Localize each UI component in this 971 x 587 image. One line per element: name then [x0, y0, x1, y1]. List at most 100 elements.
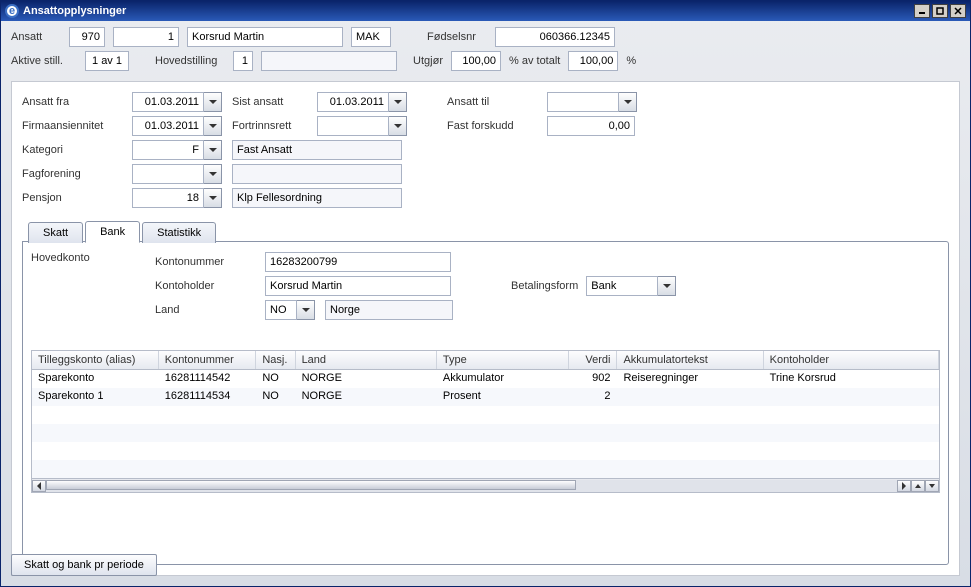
kategori-input[interactable]: F: [132, 140, 222, 160]
pensjon-label: Pensjon: [22, 192, 122, 204]
fast-label: Fast forskudd: [447, 120, 537, 132]
window-controls: [914, 4, 966, 18]
close-button[interactable]: [950, 4, 966, 18]
app-icon: e: [5, 4, 19, 18]
ansatt-til-input[interactable]: [547, 92, 637, 112]
window-title: Ansattopplysninger: [23, 5, 914, 17]
chevron-down-icon[interactable]: [204, 116, 222, 136]
scroll-right-button[interactable]: [897, 480, 911, 492]
chevron-down-icon[interactable]: [297, 300, 315, 320]
aktive-field[interactable]: 1 av 1: [85, 51, 129, 71]
accounts-grid: Tilleggskonto (alias) Kontonummer Nasj. …: [31, 350, 940, 493]
col-land[interactable]: Land: [296, 351, 437, 369]
grid-header: Tilleggskonto (alias) Kontonummer Nasj. …: [32, 351, 939, 370]
form-row-1: Ansatt fra 01.03.2011 Sist ansatt 01.03.…: [22, 92, 949, 112]
triangle-right-icon: [902, 482, 906, 490]
firma-input[interactable]: 01.03.2011: [132, 116, 222, 136]
header-row-2: Aktive still. 1 av 1 Hovedstilling 1 Utg…: [11, 51, 960, 71]
footer-area: Skatt og bank pr periode: [11, 554, 157, 576]
scroll-left-button[interactable]: [32, 480, 46, 492]
kontonummer-field[interactable]: 16283200799: [265, 252, 451, 272]
betalingsform-input[interactable]: Bank: [586, 276, 676, 296]
chevron-down-icon[interactable]: [204, 188, 222, 208]
pct-sign: %: [626, 55, 636, 67]
table-row: [32, 442, 939, 460]
firma-label: Firmaansiennitet: [22, 120, 122, 132]
fast-input[interactable]: 0,00: [547, 116, 635, 136]
sist-ansatt-input[interactable]: 01.03.2011: [317, 92, 407, 112]
chevron-down-icon[interactable]: [389, 116, 407, 136]
ansatt-fra-input[interactable]: 01.03.2011: [132, 92, 222, 112]
form-row-5: Pensjon 18 Klp Fellesordning: [22, 188, 949, 208]
aktive-label: Aktive still.: [11, 55, 77, 67]
ansatt-label: Ansatt: [11, 31, 61, 43]
fortrinn-input[interactable]: [317, 116, 407, 136]
scroll-thumb[interactable]: [46, 480, 576, 490]
ansatt-init-field[interactable]: MAK: [351, 27, 391, 47]
grid-body: Sparekonto16281114542NONORGEAkkumulator9…: [32, 370, 939, 478]
col-verdi[interactable]: Verdi: [569, 351, 618, 369]
hovedkonto-label: Hovedkonto: [31, 252, 131, 320]
ansatt-kode-field[interactable]: 970: [69, 27, 105, 47]
scroll-track[interactable]: [46, 480, 897, 492]
scroll-down-button[interactable]: [925, 480, 939, 492]
pct-total-field[interactable]: 100,00: [568, 51, 618, 71]
content-area: Ansatt 970 1 Korsrud Martin MAK Fødselsn…: [1, 21, 970, 586]
tabs-area: Skatt Bank Statistikk Hovedkonto Kontonu…: [22, 220, 949, 565]
tab-bank[interactable]: Bank: [85, 221, 140, 243]
utgjor-label: Utgjør: [405, 55, 443, 67]
utgjor-field[interactable]: 100,00: [451, 51, 501, 71]
fagforening-label: Fagforening: [22, 168, 122, 180]
land-navn-field: Norge: [325, 300, 453, 320]
hovedstilling-field[interactable]: 1: [233, 51, 253, 71]
bank-fields: Kontonummer 16283200799 Kontoholder Kors…: [155, 252, 453, 320]
ansatt-til-label: Ansatt til: [447, 96, 537, 108]
ansatt-nr-field[interactable]: 1: [113, 27, 179, 47]
table-row: [32, 406, 939, 424]
pensjon-input[interactable]: 18: [132, 188, 222, 208]
table-row[interactable]: Sparekonto16281114542NONORGEAkkumulator9…: [32, 370, 939, 388]
pensjon-txt: Klp Fellesordning: [232, 188, 402, 208]
chevron-down-icon[interactable]: [204, 140, 222, 160]
scroll-up-button[interactable]: [911, 480, 925, 492]
chevron-down-icon[interactable]: [658, 276, 676, 296]
chevron-down-icon[interactable]: [204, 164, 222, 184]
col-nasj[interactable]: Nasj.: [256, 351, 295, 369]
col-konto[interactable]: Kontonummer: [159, 351, 257, 369]
tab-body-bank: Hovedkonto Kontonummer 16283200799 Konto…: [22, 241, 949, 565]
table-row[interactable]: Sparekonto 116281114534NONORGEProsent2: [32, 388, 939, 406]
triangle-up-icon: [915, 484, 921, 488]
maximize-button[interactable]: [932, 4, 948, 18]
minimize-button[interactable]: [914, 4, 930, 18]
land-label: Land: [155, 304, 255, 316]
form-row-3: Kategori F Fast Ansatt: [22, 140, 949, 160]
ansatt-navn-field[interactable]: Korsrud Martin: [187, 27, 343, 47]
fodselsnr-field[interactable]: 060366.12345: [495, 27, 615, 47]
hovedstilling-label: Hovedstilling: [155, 55, 225, 67]
col-alias[interactable]: Tilleggskonto (alias): [32, 351, 159, 369]
skatt-bank-periode-button[interactable]: Skatt og bank pr periode: [11, 554, 157, 576]
tabstrip: Skatt Bank Statistikk: [22, 220, 949, 242]
fagforening-txt: [232, 164, 402, 184]
hovedstilling-txt-field: [261, 51, 397, 71]
col-holder[interactable]: Kontoholder: [764, 351, 939, 369]
col-akk[interactable]: Akkumulatortekst: [617, 351, 763, 369]
tab-skatt[interactable]: Skatt: [28, 222, 83, 243]
kontoholder-field[interactable]: Korsrud Martin: [265, 276, 451, 296]
form-row-4: Fagforening: [22, 164, 949, 184]
tab-statistikk[interactable]: Statistikk: [142, 222, 216, 243]
chevron-down-icon[interactable]: [389, 92, 407, 112]
kontonummer-label: Kontonummer: [155, 256, 255, 268]
fagforening-input[interactable]: [132, 164, 222, 184]
chevron-down-icon[interactable]: [204, 92, 222, 112]
land-kode-input[interactable]: NO: [265, 300, 315, 320]
table-row: [32, 460, 939, 478]
sist-ansatt-label: Sist ansatt: [232, 96, 307, 108]
titlebar: e Ansattopplysninger: [1, 1, 970, 21]
col-type[interactable]: Type: [437, 351, 569, 369]
fodselsnr-label: Fødselsnr: [427, 31, 487, 43]
main-panel: Ansatt fra 01.03.2011 Sist ansatt 01.03.…: [11, 81, 960, 576]
triangle-down-icon: [929, 484, 935, 488]
kategori-label: Kategori: [22, 144, 122, 156]
chevron-down-icon[interactable]: [619, 92, 637, 112]
